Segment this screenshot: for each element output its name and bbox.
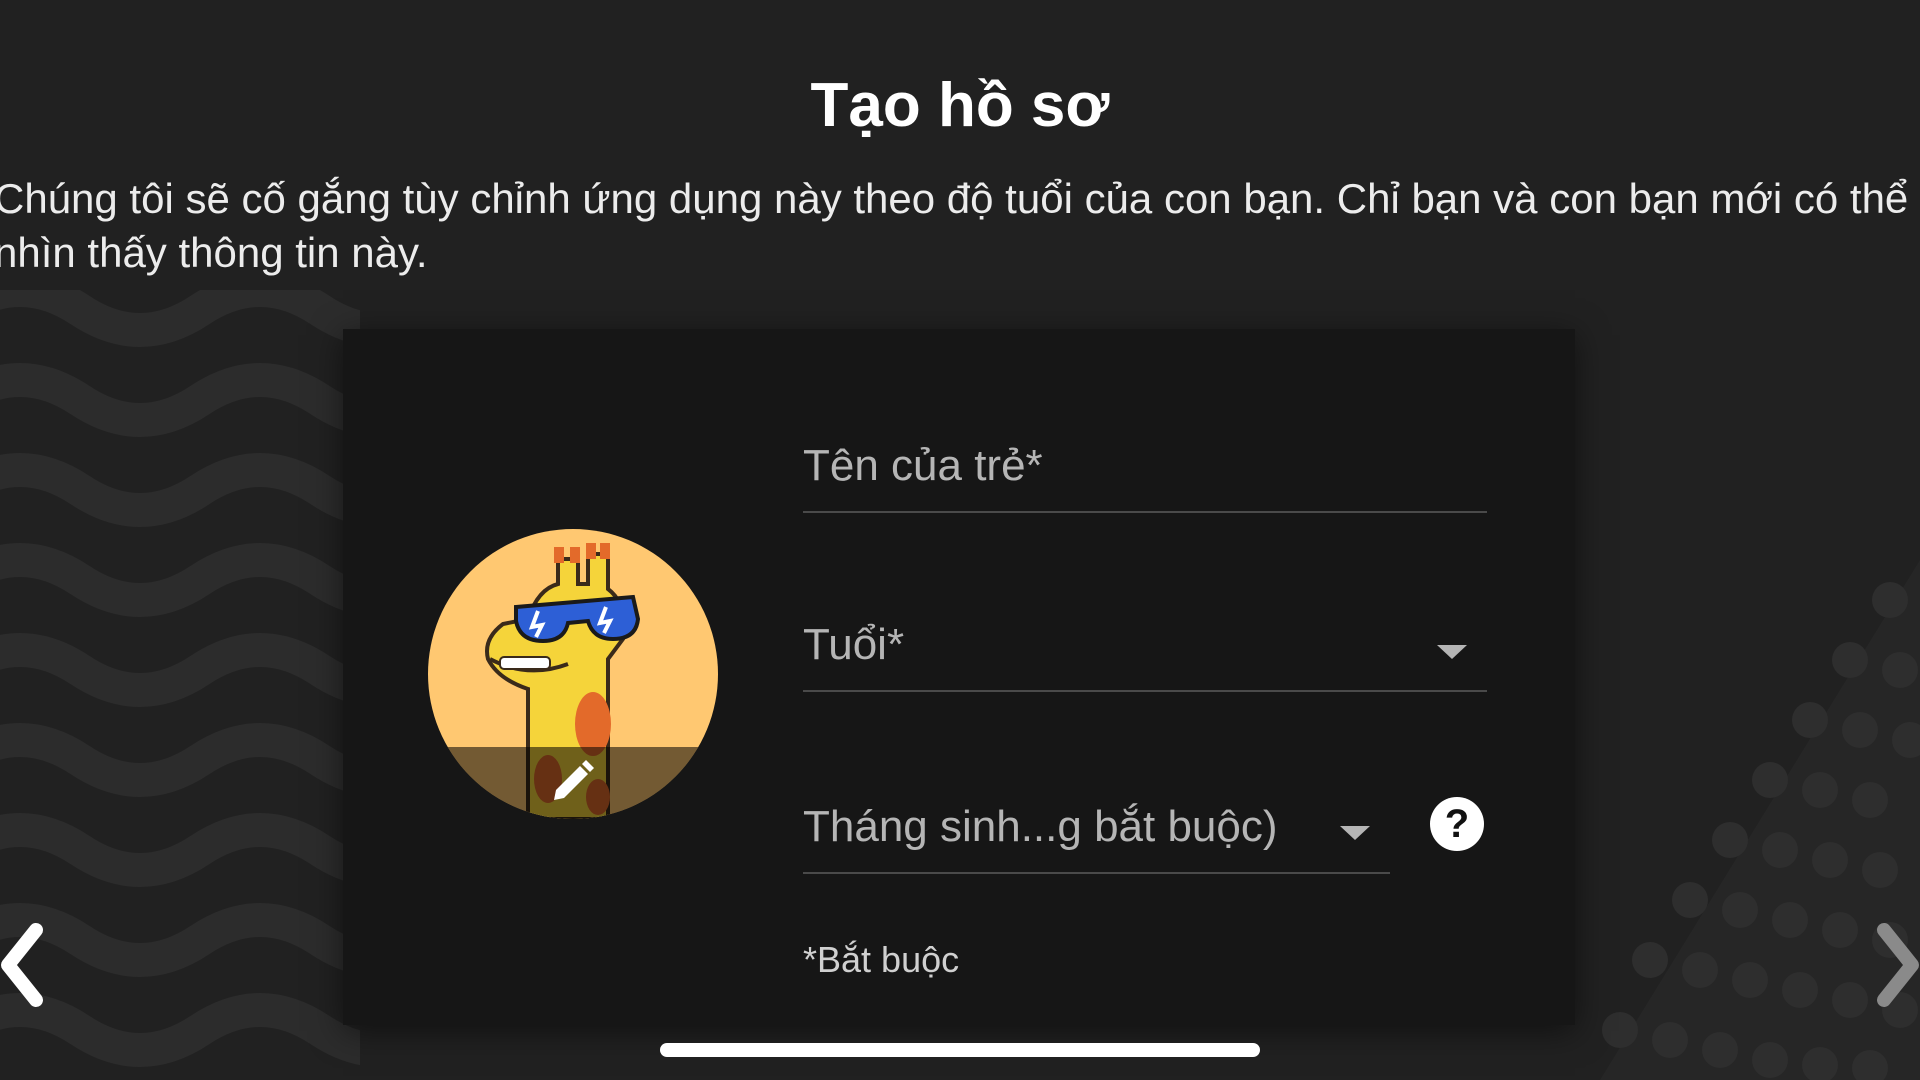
age-placeholder: Tuổi* [803,620,905,669]
child-name-placeholder: Tên của trẻ* [803,441,1043,490]
help-icon[interactable]: ? [1430,797,1484,851]
avatar-picker[interactable] [428,529,718,819]
dot-pattern-decoration [1600,560,1920,1080]
required-note: *Bắt buộc [803,939,960,980]
birth-month-dropdown[interactable]: Tháng sinh...g bắt buộc) [803,786,1390,874]
page-description: Chúng tôi sẽ cố gắng tùy chỉnh ứng dụng … [0,175,1909,276]
create-profile-screen: Tạo hồ sơ Chúng tôi sẽ cố gắng tùy chỉnh… [0,0,1920,1080]
page-title: Tạo hồ sơ [810,71,1110,140]
birth-month-placeholder: Tháng sinh...g bắt buộc) [803,802,1278,851]
child-name-field[interactable]: Tên của trẻ* [803,429,1487,513]
chevron-down-icon [1340,826,1370,840]
home-indicator[interactable] [660,1043,1260,1057]
chevron-down-icon [1437,645,1467,659]
wave-pattern-decoration [0,290,360,1067]
chevron-right-icon[interactable] [1870,920,1920,1010]
pencil-icon[interactable] [546,756,598,808]
chevron-left-icon[interactable] [0,920,50,1010]
profile-form-card: Tên của trẻ* Tuổi* Tháng sinh...g bắt bu… [343,329,1575,1025]
age-dropdown[interactable]: Tuổi* [803,604,1487,692]
